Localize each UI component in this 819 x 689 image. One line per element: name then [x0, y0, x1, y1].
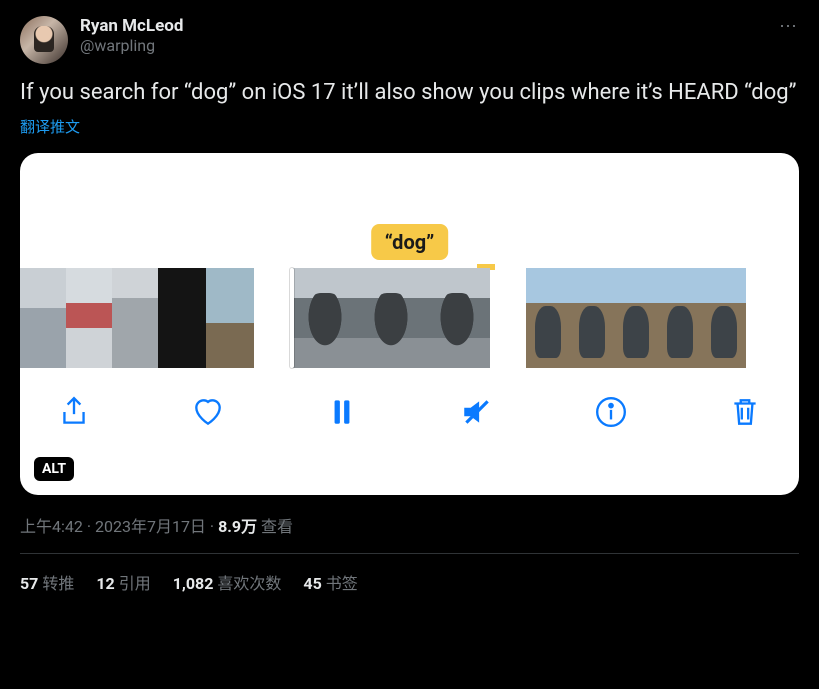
- tweet-text: If you search for “dog” on iOS 17 it’ll …: [20, 78, 799, 108]
- clip-thumb[interactable]: [526, 268, 570, 368]
- search-term-badge: “dog”: [371, 224, 449, 260]
- tweet-stats: 57转推 12引用 1,082喜欢次数 45书签: [20, 554, 799, 594]
- heart-icon[interactable]: [188, 392, 228, 432]
- clip-thumb[interactable]: [424, 268, 490, 368]
- alt-badge[interactable]: ALT: [34, 457, 74, 481]
- clip-thumb[interactable]: [158, 268, 206, 368]
- tweet-time[interactable]: 上午4:42: [20, 517, 83, 536]
- retweets-stat[interactable]: 57转推: [20, 570, 74, 594]
- views-label: 查看: [257, 517, 293, 536]
- media-top: “dog”: [20, 153, 799, 268]
- clip-thumb[interactable]: [66, 268, 112, 368]
- clip-thumb[interactable]: [658, 268, 702, 368]
- more-button[interactable]: ⋯: [779, 16, 799, 37]
- tweet-date[interactable]: 2023年7月17日: [95, 517, 206, 536]
- video-timeline[interactable]: [20, 268, 799, 368]
- display-name: Ryan McLeod: [80, 16, 183, 36]
- clip-thumb[interactable]: [614, 268, 658, 368]
- clip-thumb[interactable]: [20, 268, 66, 368]
- media-toolbar: [20, 368, 799, 432]
- clip-thumb[interactable]: [358, 268, 424, 368]
- clip-thumb[interactable]: [570, 268, 614, 368]
- pause-icon[interactable]: [322, 392, 362, 432]
- clip-thumb[interactable]: [702, 268, 746, 368]
- likes-stat[interactable]: 1,082喜欢次数: [173, 570, 282, 594]
- bookmarks-stat[interactable]: 45书签: [303, 570, 357, 594]
- handle: @warpling: [80, 36, 183, 55]
- info-icon[interactable]: [591, 392, 631, 432]
- translate-link[interactable]: 翻译推文: [20, 116, 799, 137]
- quotes-stat[interactable]: 12引用: [96, 570, 150, 594]
- tweet-meta: 上午4:42 · 2023年7月17日 · 8.9万 查看: [20, 513, 799, 537]
- share-icon[interactable]: [54, 392, 94, 432]
- clip-group-1[interactable]: [20, 268, 254, 368]
- avatar[interactable]: [20, 16, 68, 64]
- author-names[interactable]: Ryan McLeod @warpling: [80, 16, 183, 56]
- playhead[interactable]: [290, 268, 294, 368]
- clip-gap: [254, 268, 290, 368]
- tweet-container: Ryan McLeod @warpling ⋯ If you search fo…: [0, 0, 819, 594]
- clip-gap: [490, 268, 526, 368]
- clip-thumb[interactable]: [206, 268, 254, 368]
- clip-thumb[interactable]: [292, 268, 358, 368]
- trash-icon[interactable]: [725, 392, 765, 432]
- clip-group-3[interactable]: [526, 268, 746, 368]
- tweet-header: Ryan McLeod @warpling ⋯: [20, 16, 799, 64]
- mute-icon[interactable]: [457, 392, 497, 432]
- clip-group-2[interactable]: [290, 268, 490, 368]
- media-card[interactable]: “dog”: [20, 153, 799, 495]
- views-count: 8.9万: [218, 517, 257, 536]
- clip-thumb[interactable]: [112, 268, 158, 368]
